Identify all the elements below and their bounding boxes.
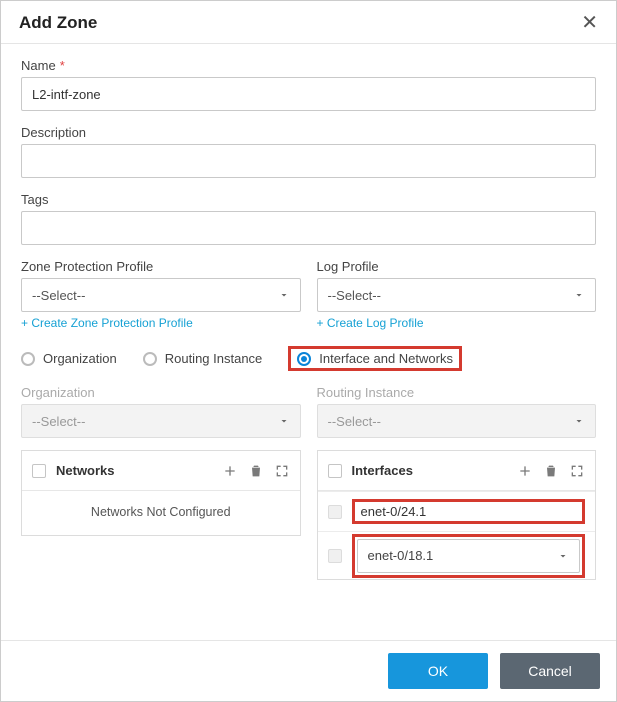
chevron-down-icon (278, 289, 290, 301)
interface-row-highlight: enet-0/24.1 (352, 499, 586, 524)
interface-row-highlight: enet-0/18.1 (352, 534, 586, 578)
field-name: Name * (21, 58, 596, 111)
add-icon[interactable] (517, 463, 533, 479)
add-icon[interactable] (222, 463, 238, 479)
organization-sublabel: Organization (21, 385, 301, 400)
interface-row-checkbox[interactable] (328, 505, 342, 519)
routing-instance-select-disabled: --Select-- (317, 404, 597, 438)
expand-icon[interactable] (274, 463, 290, 479)
tags-input[interactable] (21, 211, 596, 245)
log-profile-label: Log Profile (317, 259, 597, 274)
interfaces-panel: Interfaces enet-0/24.1 (317, 442, 597, 580)
networks-select-all-checkbox[interactable] (32, 464, 46, 478)
organization-select-disabled: --Select-- (21, 404, 301, 438)
create-log-profile-link[interactable]: + Create Log Profile (317, 316, 597, 330)
chevron-down-icon (557, 550, 569, 562)
panels-row: Networks Networks Not Configured Interfa… (21, 442, 596, 580)
routing-instance-selected: --Select-- (328, 414, 381, 429)
close-icon[interactable]: ✕ (581, 13, 598, 33)
trash-icon[interactable] (248, 463, 264, 479)
name-label: Name * (21, 58, 596, 73)
networks-panel: Networks Networks Not Configured (21, 442, 301, 580)
zone-protection-label: Zone Protection Profile (21, 259, 301, 274)
field-tags: Tags (21, 192, 596, 245)
radio-routing-instance[interactable]: Routing Instance (143, 351, 263, 366)
name-label-text: Name (21, 58, 56, 73)
profile-row: Zone Protection Profile --Select-- + Cre… (21, 259, 596, 330)
interface-select-value: enet-0/18.1 (368, 548, 434, 563)
radio-circle-selected-icon (297, 352, 311, 366)
networks-panel-header: Networks (22, 451, 300, 491)
radio-routing-instance-label: Routing Instance (165, 351, 263, 366)
organization-subcol: Organization --Select-- (21, 377, 301, 438)
log-profile-select[interactable]: --Select-- (317, 278, 597, 312)
dialog-body: Name * Description Tags Zone Protection … (1, 44, 616, 580)
interface-row-checkbox[interactable] (328, 549, 342, 563)
description-label: Description (21, 125, 596, 140)
interfaces-header-title: Interfaces (352, 463, 508, 478)
interfaces-select-all-checkbox[interactable] (328, 464, 342, 478)
scope-subselects: Organization --Select-- Routing Instance… (21, 377, 596, 438)
cancel-button[interactable]: Cancel (500, 653, 600, 689)
interface-value: enet-0/24.1 (357, 504, 581, 519)
chevron-down-icon (573, 415, 585, 427)
interfaces-panel-header: Interfaces (318, 451, 596, 491)
create-zone-protection-link[interactable]: + Create Zone Protection Profile (21, 316, 301, 330)
log-profile-selected: --Select-- (328, 288, 381, 303)
expand-icon[interactable] (569, 463, 585, 479)
radio-organization-label: Organization (43, 351, 117, 366)
dialog-title: Add Zone (19, 13, 97, 33)
radio-circle-icon (21, 352, 35, 366)
ok-button[interactable]: OK (388, 653, 488, 689)
networks-header-title: Networks (56, 463, 212, 478)
zone-protection-selected: --Select-- (32, 288, 85, 303)
routing-instance-subcol: Routing Instance --Select-- (317, 377, 597, 438)
chevron-down-icon (573, 289, 585, 301)
description-input[interactable] (21, 144, 596, 178)
interface-row: enet-0/24.1 (318, 491, 596, 531)
chevron-down-icon (278, 415, 290, 427)
name-input[interactable] (21, 77, 596, 111)
zone-protection-col: Zone Protection Profile --Select-- + Cre… (21, 259, 301, 330)
trash-icon[interactable] (543, 463, 559, 479)
radio-organization[interactable]: Organization (21, 351, 117, 366)
log-profile-col: Log Profile --Select-- + Create Log Prof… (317, 259, 597, 330)
dialog-header: Add Zone ✕ (1, 1, 616, 44)
routing-instance-sublabel: Routing Instance (317, 385, 597, 400)
radio-interface-networks[interactable]: Interface and Networks (297, 351, 453, 366)
interface-select[interactable]: enet-0/18.1 (357, 539, 581, 573)
networks-empty-text: Networks Not Configured (22, 491, 300, 535)
radio-interface-networks-highlight: Interface and Networks (288, 346, 462, 371)
field-description: Description (21, 125, 596, 178)
tags-label: Tags (21, 192, 596, 207)
organization-selected: --Select-- (32, 414, 85, 429)
radio-interface-networks-label: Interface and Networks (319, 351, 453, 366)
scope-radio-group: Organization Routing Instance Interface … (21, 346, 596, 371)
radio-circle-icon (143, 352, 157, 366)
required-asterisk: * (60, 58, 65, 73)
zone-protection-select[interactable]: --Select-- (21, 278, 301, 312)
interface-row: enet-0/18.1 (318, 531, 596, 579)
dialog-footer: OK Cancel (1, 640, 616, 701)
